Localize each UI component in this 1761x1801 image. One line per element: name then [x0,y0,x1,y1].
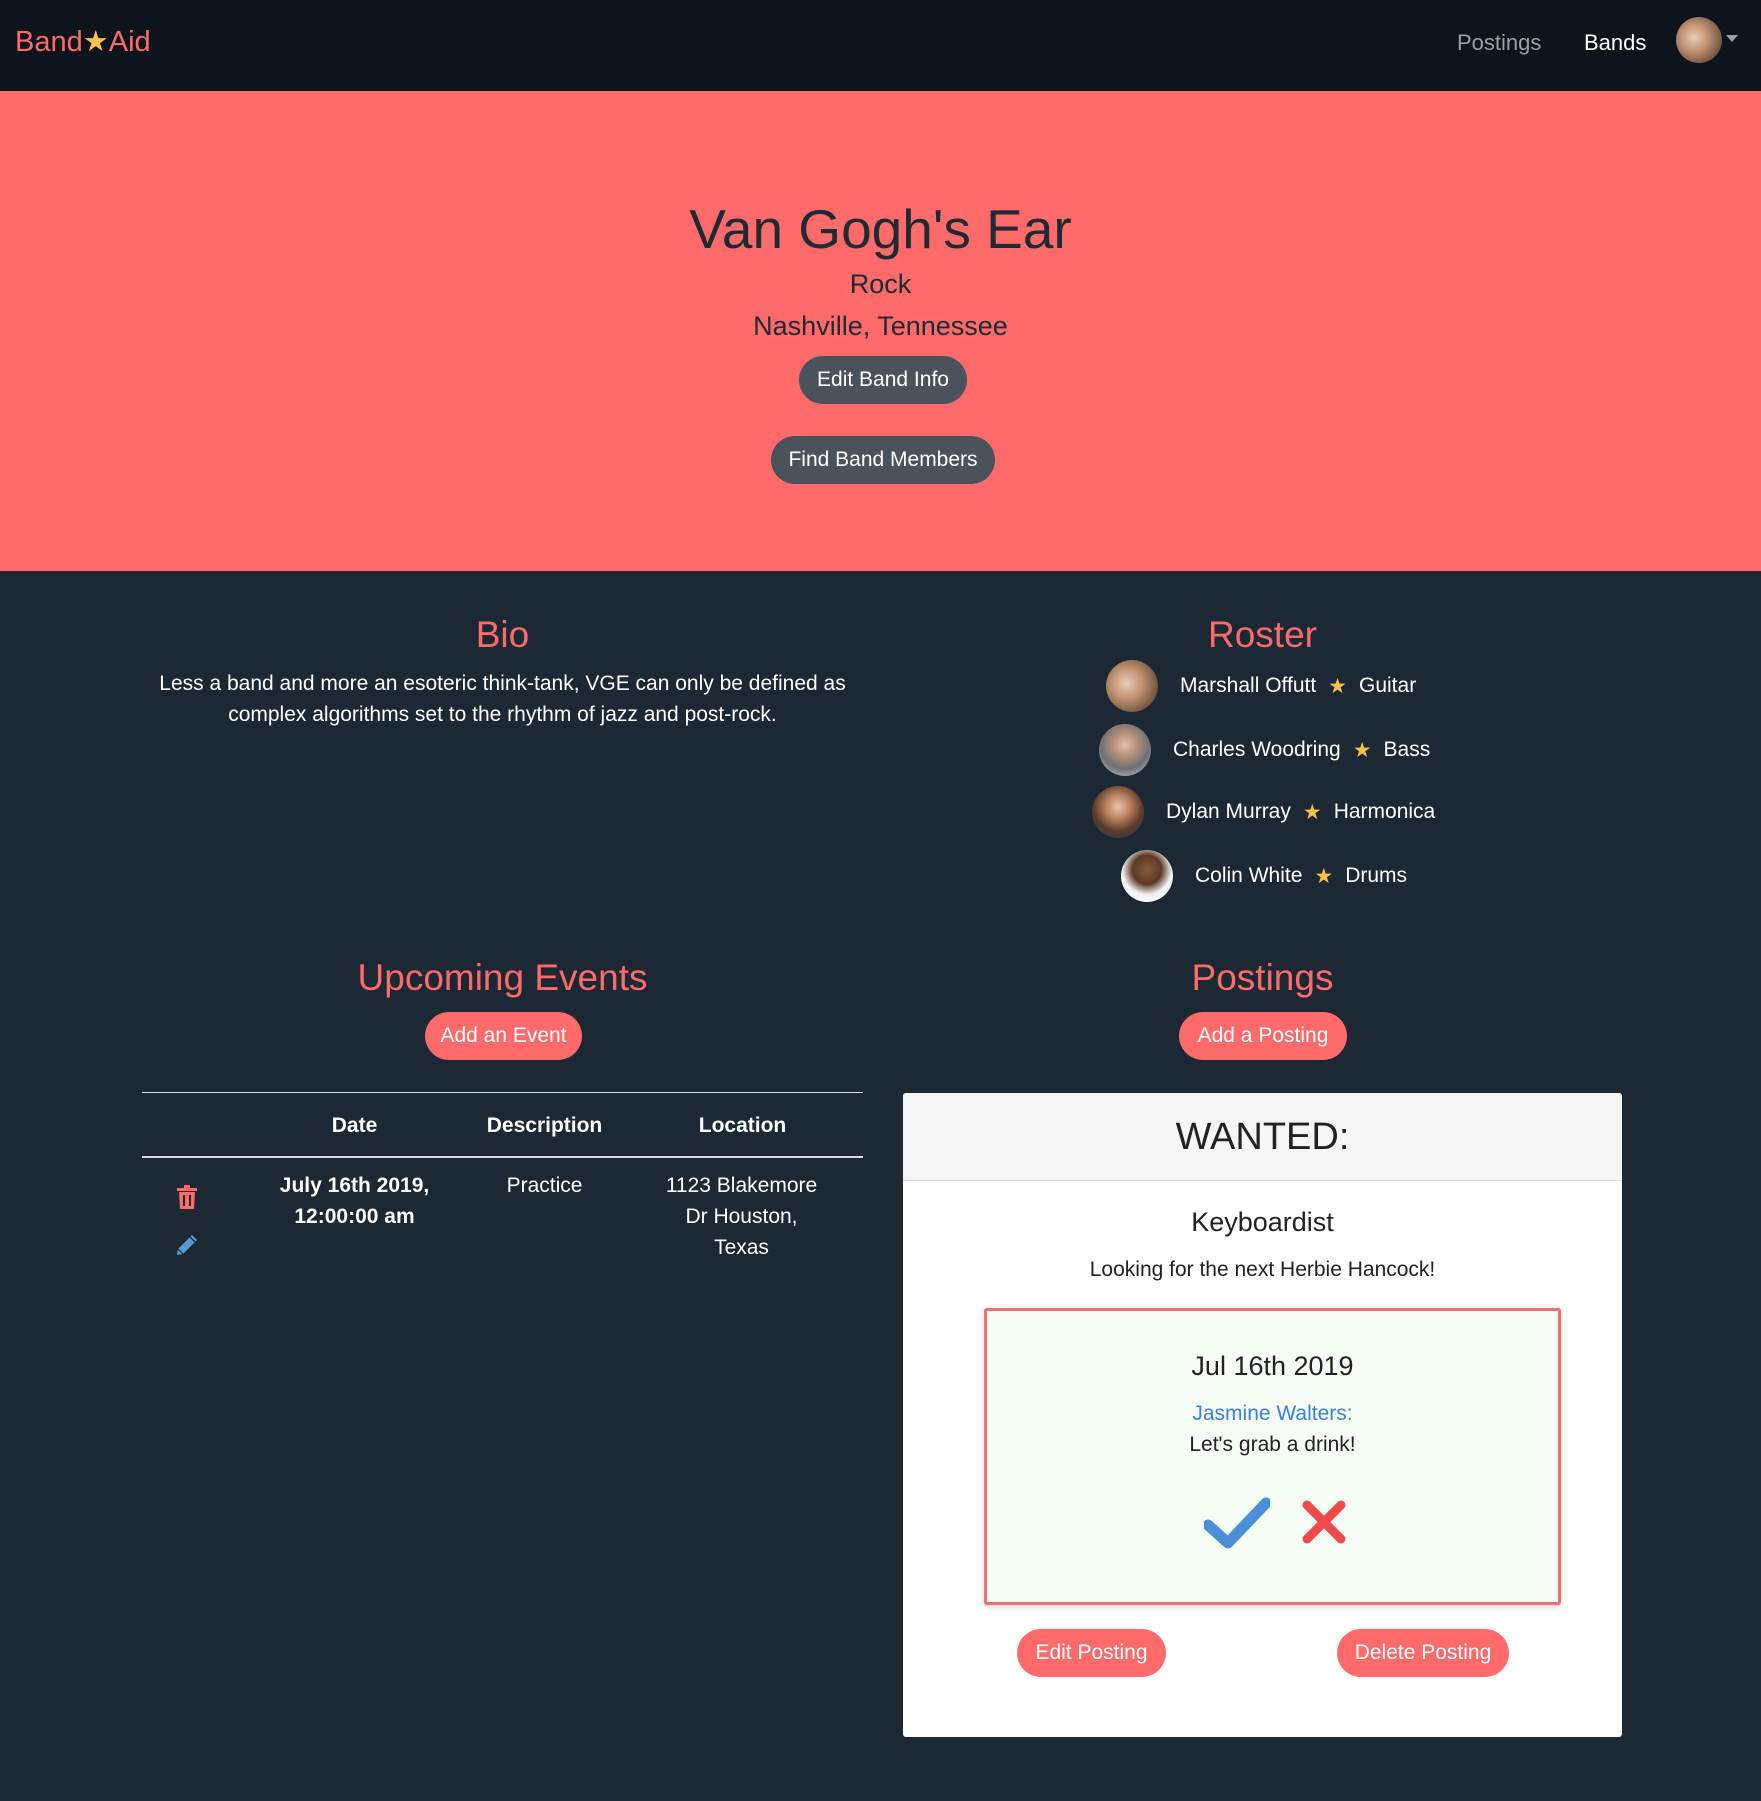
response-message: Let's grab a drink! [1189,1433,1356,1456]
brand-text-aid: Aid [108,26,151,58]
add-event-button[interactable]: Add an Event [425,1012,582,1060]
posting-description: Looking for the next Herbie Hancock! [1089,1258,1436,1281]
member-name: Colin White [1195,864,1303,887]
nav-link-bands[interactable]: Bands [1584,28,1646,58]
member-name: Dylan Murray [1166,800,1291,823]
roster-member[interactable]: Dylan Murray ★ Harmonica [1092,784,1435,840]
upcoming-events-title: Upcoming Events [357,957,648,998]
member-instrument: Harmonica [1333,800,1436,823]
column-header-date: Date [331,1114,378,1137]
posting-card: WANTED: Keyboardist Looking for the next… [903,1093,1622,1737]
column-header-description: Description [486,1114,603,1137]
star-icon: ★ [1314,864,1334,888]
column-header-location: Location [698,1114,787,1137]
bio-title: Bio [475,614,530,655]
member-instrument: Guitar [1359,674,1417,697]
roster-title: Roster [1208,614,1317,655]
add-posting-button[interactable]: Add a Posting [1179,1012,1347,1060]
edit-band-info-button[interactable]: Edit Band Info [799,356,967,404]
find-band-members-button[interactable]: Find Band Members [771,436,995,484]
roster-member[interactable]: Charles Woodring ★ Bass [1099,722,1430,778]
table-row: July 16th 2019, 12:00:00 am Practice 112… [142,1158,863,1278]
roster-member[interactable]: Marshall Offutt ★ Guitar [1106,658,1416,714]
chevron-down-icon[interactable] [1726,35,1738,42]
brand-text-band: Band [15,26,83,58]
avatar [1106,660,1158,712]
events-table-header: Date Description Location [142,1093,863,1158]
user-avatar[interactable] [1676,17,1722,63]
posting-role: Keyboardist [1191,1207,1334,1237]
edit-posting-button[interactable]: Edit Posting [1017,1629,1166,1677]
band-location: Nashville, Tennessee [753,311,1008,341]
avatar [1099,724,1151,776]
avatar [1121,850,1173,902]
bio-text: Less a band and more an esoteric think-t… [159,672,846,726]
band-genre: Rock [849,269,912,299]
member-name: Marshall Offutt [1180,674,1317,697]
band-name: Van Gogh's Ear [689,198,1072,260]
responder-name[interactable]: Jasmine Walters: [987,1400,1558,1428]
nav-link-postings[interactable]: Postings [1457,28,1541,58]
postings-title: Postings [1191,957,1334,998]
star-icon: ★ [1302,800,1322,824]
event-date: July 16th 2019, 12:00:00 am [279,1174,430,1228]
event-location: 1123 Blakemore Dr Houston, Texas [665,1174,818,1259]
response-date: Jul 16th 2019 [1191,1351,1354,1381]
band-hero: Van Gogh's Ear Rock Nashville, Tennessee… [0,91,1761,571]
member-name: Charles Woodring [1173,738,1341,761]
member-instrument: Drums [1345,864,1408,887]
posting-response: Jul 16th 2019 Jasmine Walters: Let's gra… [984,1308,1561,1605]
check-icon[interactable] [1204,1497,1270,1549]
trash-icon[interactable] [176,1185,198,1209]
avatar [1092,786,1144,838]
member-instrument: Bass [1383,738,1431,761]
event-description: Practice [506,1174,583,1197]
posting-header: WANTED: [903,1093,1622,1181]
navbar: Band★Aid Postings Bands [0,0,1761,91]
pencil-icon[interactable] [176,1234,198,1256]
events-table: Date Description Location July 16th 2019… [142,1092,863,1278]
delete-posting-button[interactable]: Delete Posting [1337,1629,1509,1677]
roster-member[interactable]: Colin White ★ Drums [1121,848,1407,904]
star-icon: ★ [1352,738,1372,762]
star-icon: ★ [1328,674,1347,698]
brand-logo[interactable]: Band★Aid [15,24,151,60]
x-icon[interactable] [1301,1499,1347,1545]
brand-star-icon: ★ [82,26,109,58]
